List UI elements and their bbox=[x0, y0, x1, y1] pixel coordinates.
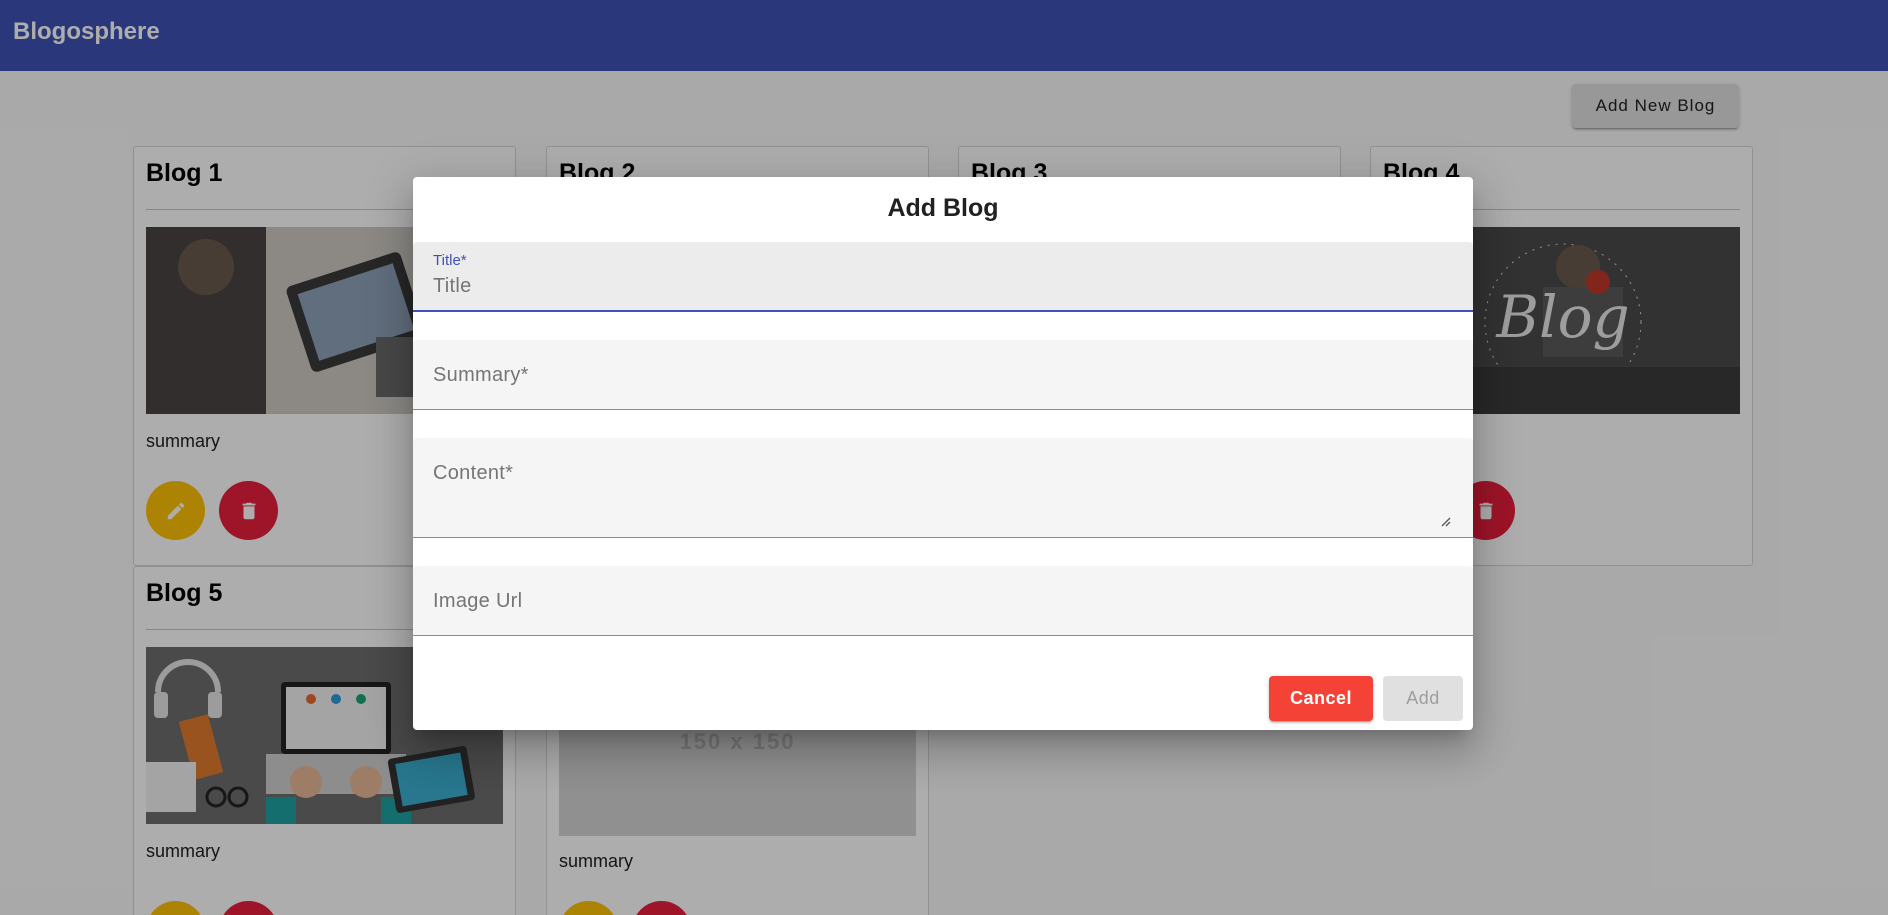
content-textarea[interactable]: Content* bbox=[433, 462, 513, 485]
content-field[interactable]: Content* bbox=[413, 438, 1473, 538]
summary-input[interactable]: Summary* bbox=[433, 364, 529, 387]
title-field-label: Title* bbox=[433, 252, 467, 269]
resize-handle-icon[interactable] bbox=[1439, 515, 1451, 527]
image-url-field[interactable]: Image Url bbox=[413, 566, 1473, 636]
dialog-title: Add Blog bbox=[887, 194, 999, 222]
add-button[interactable]: Add bbox=[1383, 676, 1463, 721]
add-blog-dialog: Add Blog Title* Title Summary* Content* … bbox=[413, 177, 1473, 730]
cancel-button[interactable]: Cancel bbox=[1269, 676, 1373, 721]
title-input[interactable]: Title bbox=[433, 275, 472, 298]
image-url-input[interactable]: Image Url bbox=[433, 590, 522, 613]
title-field[interactable]: Title* Title bbox=[413, 242, 1473, 312]
summary-field[interactable]: Summary* bbox=[413, 340, 1473, 410]
